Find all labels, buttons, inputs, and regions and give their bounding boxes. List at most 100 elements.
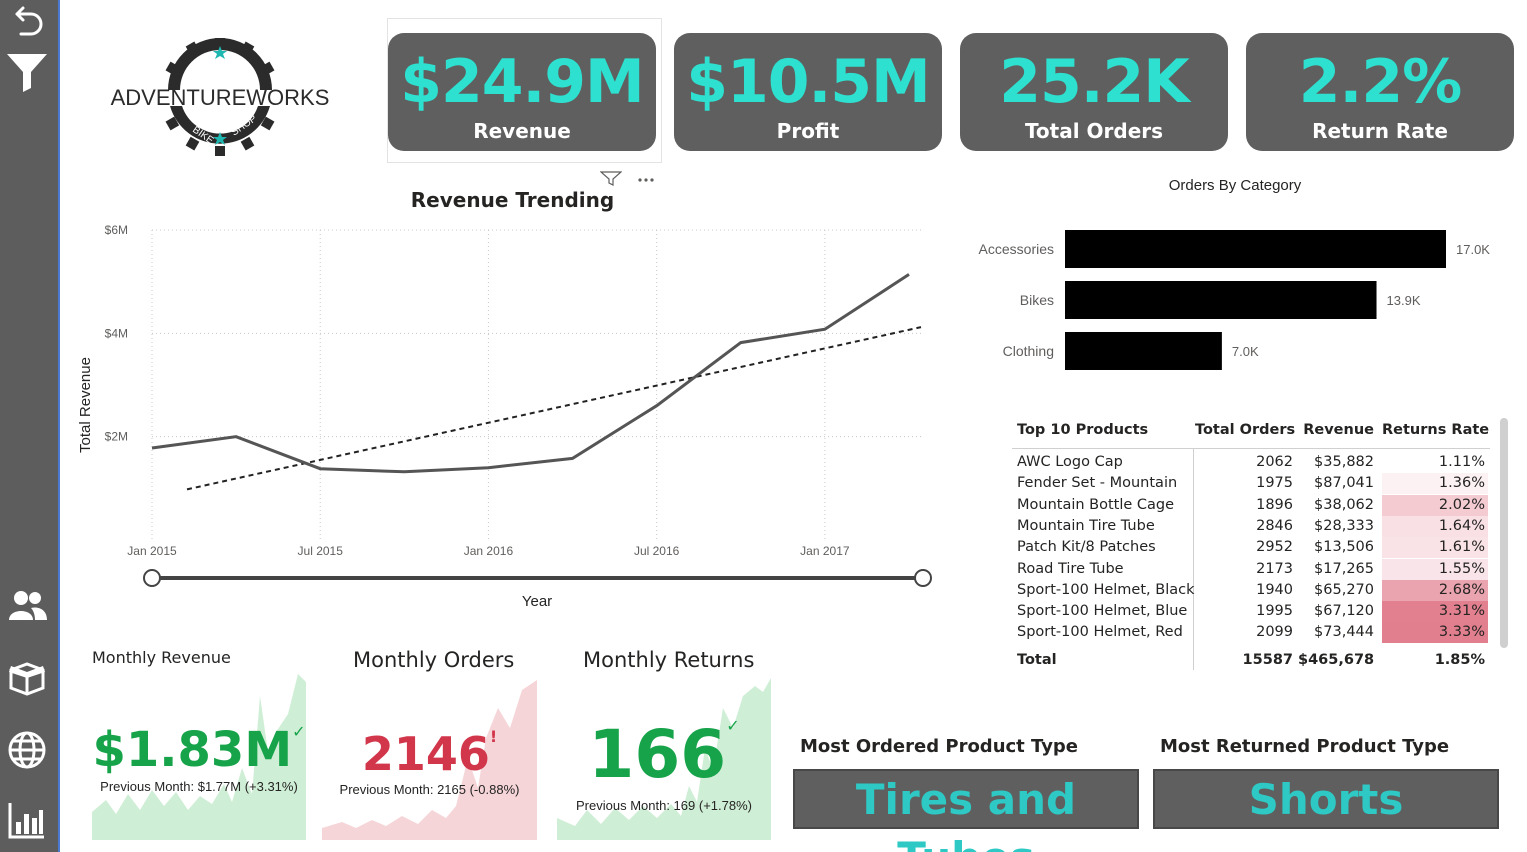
table-row[interactable]: Patch Kit/8 Patches 2952 $13,506 1.61% <box>1010 537 1490 559</box>
total-orders: 15587 <box>1242 652 1293 668</box>
product-revenue: $67,120 <box>1314 603 1374 620</box>
product-revenue: $65,270 <box>1314 581 1374 598</box>
product-orders: 1975 <box>1256 475 1293 492</box>
monthly-orders-previous: Previous Month: 2165 (-0.88%) <box>339 782 520 797</box>
product-returns-rate: 1.11% <box>1382 452 1488 473</box>
x-tick-label: Jan 2017 <box>800 544 850 558</box>
bar-value-label: 7.0K <box>1232 344 1259 359</box>
monthly-returns-value: 166✓ <box>588 716 740 793</box>
table-row[interactable]: Fender Set - Mountain 1975 $87,041 1.36% <box>1010 473 1490 495</box>
header-divider <box>1012 448 1490 449</box>
product-name: Mountain Tire Tube <box>1017 517 1155 534</box>
monthly-returns-previous: Previous Month: 169 (+1.78%) <box>576 798 752 813</box>
product-revenue: $17,265 <box>1314 560 1374 577</box>
x-axis-ticks: Jan 2015 Jul 2015 Jan 2016 Jul 2016 Jan 2017 <box>127 544 850 558</box>
dashboard: ADVENTUREWORKS BIKE SHOP $24.9M Revenue … <box>0 0 1527 852</box>
product-orders: 2173 <box>1256 560 1293 577</box>
category-chart-title: Orders By Category <box>1168 177 1302 194</box>
x-tick-label: Jan 2016 <box>464 544 514 558</box>
bar-value-label: 17.0K <box>1456 242 1490 257</box>
table-row[interactable]: Sport-100 Helmet, Blue 1995 $67,120 3.31% <box>1010 601 1490 623</box>
visual-filter-icon[interactable] <box>599 170 623 190</box>
category-bar[interactable] <box>1065 281 1377 319</box>
revenue-points <box>151 274 910 472</box>
product-returns-rate: 1.36% <box>1382 473 1488 495</box>
category-label: Bikes <box>1020 292 1054 308</box>
product-revenue: $87,041 <box>1314 475 1374 492</box>
most-returned-value: Shorts <box>1153 769 1499 829</box>
bar-chart-icon[interactable] <box>4 798 50 842</box>
product-orders: 2099 <box>1256 624 1293 641</box>
category-label: Clothing <box>1003 343 1054 359</box>
table-row[interactable]: AWC Logo Cap 2062 $35,882 1.11% <box>1010 452 1490 473</box>
kpi-value: 2.2% <box>1298 47 1462 117</box>
product-name: Sport-100 Helmet, Blue <box>1017 603 1188 620</box>
product-revenue: $73,444 <box>1314 624 1374 641</box>
table-row[interactable]: Sport-100 Helmet, Red 2099 $73,444 3.33% <box>1010 622 1490 644</box>
kpi-return-rate[interactable]: 2.2% Return Rate <box>1246 33 1514 151</box>
logo-text: ADVENTUREWORKS <box>111 85 330 110</box>
customers-icon[interactable] <box>4 584 50 628</box>
kpi-profit[interactable]: $10.5M Profit <box>674 33 942 151</box>
globe-icon[interactable] <box>4 728 50 772</box>
monthly-orders-title: Monthly Orders <box>353 648 515 672</box>
category-label: Accessories <box>979 241 1054 257</box>
category-bar[interactable] <box>1065 230 1446 268</box>
header-revenue[interactable]: Revenue <box>1298 418 1374 439</box>
kpi-label: Total Orders <box>1024 119 1164 143</box>
total-label: Total <box>1017 652 1057 668</box>
product-returns-rate: 2.02% <box>1382 494 1488 516</box>
y-tick-label: $2M <box>105 430 128 444</box>
x-axis-title: Year <box>522 593 552 610</box>
product-name: Patch Kit/8 Patches <box>1017 539 1156 556</box>
date-slider-end-handle[interactable] <box>914 569 932 587</box>
table-row[interactable]: Sport-100 Helmet, Black 1940 $65,270 2.68% <box>1010 579 1490 601</box>
total-revenue: $465,678 <box>1298 652 1375 668</box>
y-tick-label: $6M <box>105 223 128 237</box>
product-returns-rate: 1.55% <box>1382 558 1488 580</box>
chart-grid <box>151 229 923 540</box>
table-row[interactable]: Mountain Bottle Cage 1896 $38,062 2.02% <box>1010 494 1490 516</box>
orders-by-category-chart[interactable]: Accessories 17.0K Bikes 13.9K Clothing 7.0K <box>960 220 1520 390</box>
product-returns-rate: 3.33% <box>1382 622 1488 644</box>
header-product[interactable]: Top 10 Products <box>1017 418 1197 439</box>
table-row[interactable]: Mountain Tire Tube 2846 $28,333 1.64% <box>1010 515 1490 537</box>
most-returned-title: Most Returned Product Type <box>1160 736 1450 757</box>
top-products-table[interactable]: Top 10 Products Total Orders Revenue Ret… <box>1010 418 1510 673</box>
product-returns-rate: 2.68% <box>1382 579 1488 601</box>
product-orders: 1896 <box>1256 496 1293 513</box>
product-name: Fender Set - Mountain <box>1017 475 1178 492</box>
product-name: Mountain Bottle Cage <box>1017 496 1175 513</box>
revenue-trend-chart[interactable]: $2M $4M $6M Jan 2015 Jul 2015 Jan 2016 Jul 20… <box>70 210 950 620</box>
y-tick-label: $4M <box>105 326 128 340</box>
table-row[interactable]: Road Tire Tube 2173 $17,265 1.55% <box>1010 558 1490 580</box>
trend-line <box>186 326 922 491</box>
monthly-revenue-title: Monthly Revenue <box>92 648 231 667</box>
kpi-label: Return Rate <box>1312 119 1448 143</box>
category-bar[interactable] <box>1065 332 1222 370</box>
y-axis-ticks: $2M $4M $6M <box>105 223 128 444</box>
product-name: AWC Logo Cap <box>1017 454 1123 470</box>
table-header: Top 10 Products Total Orders Revenue Ret… <box>1010 418 1490 439</box>
most-ordered-title: Most Ordered Product Type <box>800 736 1079 757</box>
product-orders: 1995 <box>1256 603 1293 620</box>
adventureworks-logo: ADVENTUREWORKS BIKE SHOP <box>110 36 330 158</box>
header-returns-rate[interactable]: Returns Rate <box>1382 418 1489 439</box>
header-total-orders[interactable]: Total Orders <box>1195 418 1295 439</box>
date-slider-start-handle[interactable] <box>143 569 161 587</box>
product-orders: 2952 <box>1256 539 1293 556</box>
product-orders: 1940 <box>1256 581 1293 598</box>
kpi-revenue[interactable]: $24.9M Revenue <box>388 33 656 151</box>
product-name: Sport-100 Helmet, Black <box>1017 581 1195 598</box>
products-icon[interactable] <box>4 656 50 700</box>
table-total-row: Total 15587 $465,678 1.85% <box>1010 650 1490 671</box>
table-scrollbar[interactable] <box>1500 418 1508 648</box>
kpi-total-orders[interactable]: 25.2K Total Orders <box>960 33 1228 151</box>
monthly-orders-value: 2146! <box>361 727 498 781</box>
product-revenue: $35,882 <box>1314 454 1374 470</box>
more-options-icon[interactable] <box>636 170 658 190</box>
product-returns-rate: 1.61% <box>1382 537 1488 559</box>
back-icon[interactable] <box>4 0 50 44</box>
kpi-label: Profit <box>776 119 840 143</box>
filter-icon[interactable] <box>4 48 50 92</box>
